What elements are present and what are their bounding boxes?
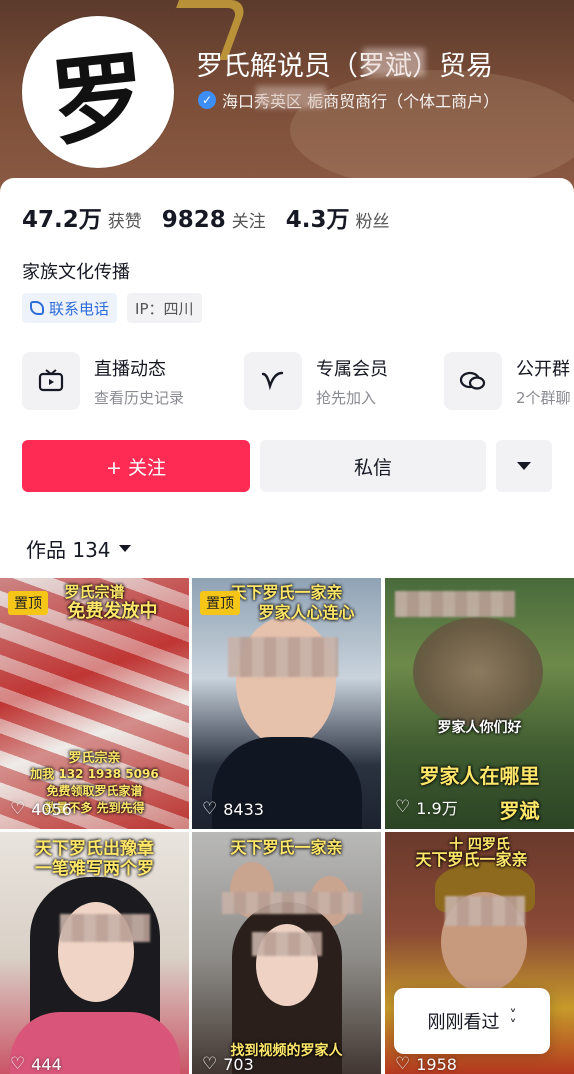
service-membership[interactable]: 专属会员 抢先加入 bbox=[244, 350, 388, 412]
message-button[interactable]: 私信 bbox=[260, 440, 486, 492]
chevron-down-icon bbox=[517, 462, 531, 470]
like-count: ♡ 1.9万 bbox=[395, 797, 458, 818]
like-count: ♡ 8433 bbox=[202, 799, 264, 819]
enterprise-cert[interactable]: ✓ 海口秀英区 栀商贸商行（个体工商户） bbox=[198, 88, 499, 112]
contact-phone-button[interactable]: 联系电话 bbox=[22, 293, 118, 323]
face-mosaic bbox=[445, 896, 525, 926]
profile-tags: 联系电话 IP：四川 bbox=[22, 293, 202, 323]
service-public-group[interactable]: 公开群 2个群聊 bbox=[444, 350, 571, 412]
heart-icon: ♡ bbox=[395, 797, 411, 817]
pinned-badge: 置顶 bbox=[200, 591, 240, 615]
follow-button[interactable]: + 关注 bbox=[22, 440, 250, 492]
pinned-badge: 置顶 bbox=[8, 591, 48, 615]
heart-icon: ♡ bbox=[10, 799, 26, 819]
like-count: ♡ 1958 bbox=[395, 1054, 457, 1074]
recently-viewed-button[interactable]: 刚刚看过 ˅ ˅ bbox=[394, 988, 550, 1054]
service-live-history[interactable]: 直播动态 查看历史记录 bbox=[22, 350, 184, 412]
stat-likes[interactable]: 47.2万 获赞 bbox=[22, 200, 142, 234]
face-mosaic bbox=[228, 637, 338, 677]
video-thumb-2[interactable]: 天下罗氏一家亲 罗家人心连心 置顶 ♡ 8433 bbox=[192, 577, 381, 829]
avatar-logo-char: 罗 bbox=[46, 40, 152, 160]
like-count: ♡ 703 bbox=[202, 1054, 254, 1074]
double-chevron-down-icon: ˅ ˅ bbox=[509, 1008, 517, 1034]
cert-blur-mask bbox=[256, 86, 326, 108]
heart-icon: ♡ bbox=[10, 1054, 26, 1074]
action-buttons: + 关注 私信 bbox=[22, 440, 552, 492]
verified-icon: ✓ bbox=[198, 91, 216, 109]
heart-icon: ♡ bbox=[202, 799, 218, 819]
profile-nickname: 罗氏解说员（罗斌）贸易 bbox=[196, 51, 493, 82]
phone-icon bbox=[30, 301, 44, 315]
more-dropdown-button[interactable] bbox=[496, 440, 552, 492]
video-thumb-1[interactable]: 罗氏宗谱 免费发放中 置顶 罗氏宗亲 加我 132 1938 5096 免费领取… bbox=[0, 577, 189, 829]
stat-following[interactable]: 9828 关注 bbox=[162, 207, 266, 233]
v-icon bbox=[244, 352, 302, 410]
heart-icon: ♡ bbox=[395, 1054, 411, 1074]
face-mosaic bbox=[252, 932, 322, 956]
like-count: ♡ 444 bbox=[10, 1054, 62, 1074]
video-thumb-3[interactable]: 罗家人你们好 罗家人在哪里 罗斌 ♡ 1.9万 bbox=[385, 577, 574, 829]
ip-location-tag: IP：四川 bbox=[127, 293, 202, 323]
profile-info-panel: 47.2万 获赞 9828 关注 4.3万 粉丝 家族文化传播 联系电话 IP：四川 … bbox=[0, 178, 574, 578]
chat-icon bbox=[444, 352, 502, 410]
face-mosaic bbox=[60, 914, 150, 942]
services-row: 直播动态 查看历史记录 专属会员 抢先加入 公开群 2个群聊 bbox=[22, 350, 574, 412]
heart-icon: ♡ bbox=[202, 1054, 218, 1074]
like-count: ♡ 4056 bbox=[10, 799, 72, 819]
caret-down-icon bbox=[118, 545, 131, 552]
avatar[interactable]: 罗 bbox=[22, 16, 174, 168]
caption-mosaic bbox=[395, 591, 515, 617]
nickname-blur-mask bbox=[363, 48, 425, 76]
stats-row: 47.2万 获赞 9828 关注 4.3万 粉丝 bbox=[22, 200, 410, 234]
stone-face bbox=[413, 617, 543, 727]
tv-icon bbox=[22, 352, 80, 410]
stat-followers[interactable]: 4.3万 粉丝 bbox=[286, 200, 390, 234]
face-mosaic bbox=[222, 892, 362, 914]
video-thumb-5[interactable]: 天下罗氏一家亲 找到视频的罗家人 ♡ 703 bbox=[192, 832, 381, 1074]
works-tab[interactable]: 作品 134 bbox=[26, 534, 131, 563]
profile-bio: 家族文化传播 bbox=[22, 262, 130, 283]
video-thumb-4[interactable]: 天下罗氏出豫章 一笔难写两个罗 ♡ 444 bbox=[0, 832, 189, 1074]
